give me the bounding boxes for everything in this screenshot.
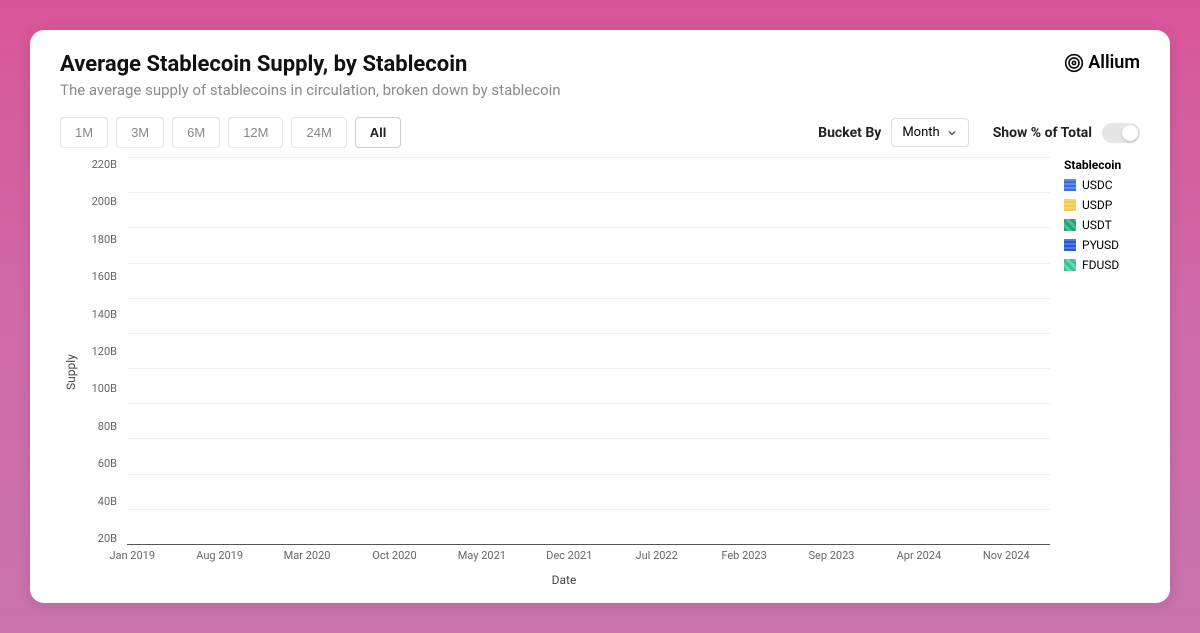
y-tick: 40B xyxy=(79,495,117,508)
legend-swatch xyxy=(1064,259,1076,271)
legend-swatch xyxy=(1064,219,1076,231)
chart-title: Average Stablecoin Supply, by Stablecoin xyxy=(60,52,561,77)
legend-label: FDUSD xyxy=(1082,258,1119,272)
y-axis-label: Supply xyxy=(60,158,78,587)
x-tick: Apr 2024 xyxy=(897,549,942,562)
x-tick: Oct 2020 xyxy=(372,549,416,562)
y-tick: 160B xyxy=(79,270,117,283)
y-tick: 220B xyxy=(79,158,117,171)
legend-item-fdusd[interactable]: FDUSD xyxy=(1064,258,1140,272)
y-tick: 140B xyxy=(79,308,117,321)
legend-label: USDP xyxy=(1082,198,1112,212)
show-percent-toggle[interactable] xyxy=(1102,123,1140,143)
x-tick: Dec 2021 xyxy=(546,549,592,562)
time-range-group: 1M 3M 6M 12M 24M All xyxy=(60,117,401,148)
legend-title: Stablecoin xyxy=(1064,158,1140,172)
bucket-by-select[interactable]: Month xyxy=(891,118,968,147)
y-tick: 120B xyxy=(79,345,117,358)
y-tick: 80B xyxy=(79,420,117,433)
legend-label: USDT xyxy=(1082,218,1112,232)
time-range-6m[interactable]: 6M xyxy=(172,117,220,148)
legend-item-usdt[interactable]: USDT xyxy=(1064,218,1140,232)
brand-icon xyxy=(1064,53,1084,73)
time-range-all[interactable]: All xyxy=(355,117,402,148)
time-range-1m[interactable]: 1M xyxy=(60,117,108,148)
legend-item-usdp[interactable]: USDP xyxy=(1064,198,1140,212)
x-tick: May 2021 xyxy=(458,549,506,562)
time-range-12m[interactable]: 12M xyxy=(228,117,283,148)
x-tick: Jan 2019 xyxy=(109,549,155,562)
legend-swatch xyxy=(1064,179,1076,191)
legend-swatch xyxy=(1064,199,1076,211)
x-tick: Mar 2020 xyxy=(284,549,331,562)
y-tick: 20B xyxy=(79,532,117,545)
chart-card: Average Stablecoin Supply, by Stablecoin… xyxy=(30,30,1170,603)
x-tick: Sep 2023 xyxy=(808,549,854,562)
x-axis-label: Date xyxy=(78,573,1050,587)
legend-label: PYUSD xyxy=(1082,238,1119,252)
chevron-down-icon xyxy=(946,127,958,139)
brand-logo: Allium xyxy=(1064,52,1140,73)
show-percent-label: Show % of Total xyxy=(993,125,1092,141)
legend-item-pyusd[interactable]: PYUSD xyxy=(1064,238,1140,252)
plot-area: 220B 200B 180B 160B 140B 120B 100B 80B 60B 40B 20B xyxy=(78,158,1050,545)
x-tick: Jul 2022 xyxy=(636,549,678,562)
time-range-3m[interactable]: 3M xyxy=(116,117,164,148)
time-range-24m[interactable]: 24M xyxy=(291,117,346,148)
chart-subtitle: The average supply of stablecoins in cir… xyxy=(60,81,561,99)
bucket-by-label: Bucket By xyxy=(818,125,881,141)
legend: Stablecoin USDC USDP USDT PYUSD FDUSD xyxy=(1050,158,1140,587)
x-tick: Nov 2024 xyxy=(983,549,1030,562)
y-tick: 180B xyxy=(79,233,117,246)
legend-label: USDC xyxy=(1082,178,1113,192)
y-tick: 60B xyxy=(79,457,117,470)
y-tick: 100B xyxy=(79,382,117,395)
legend-item-usdc[interactable]: USDC xyxy=(1064,178,1140,192)
y-tick: 200B xyxy=(79,195,117,208)
legend-swatch xyxy=(1064,239,1076,251)
x-tick: Feb 2023 xyxy=(721,549,766,562)
x-tick: Aug 2019 xyxy=(196,549,243,562)
